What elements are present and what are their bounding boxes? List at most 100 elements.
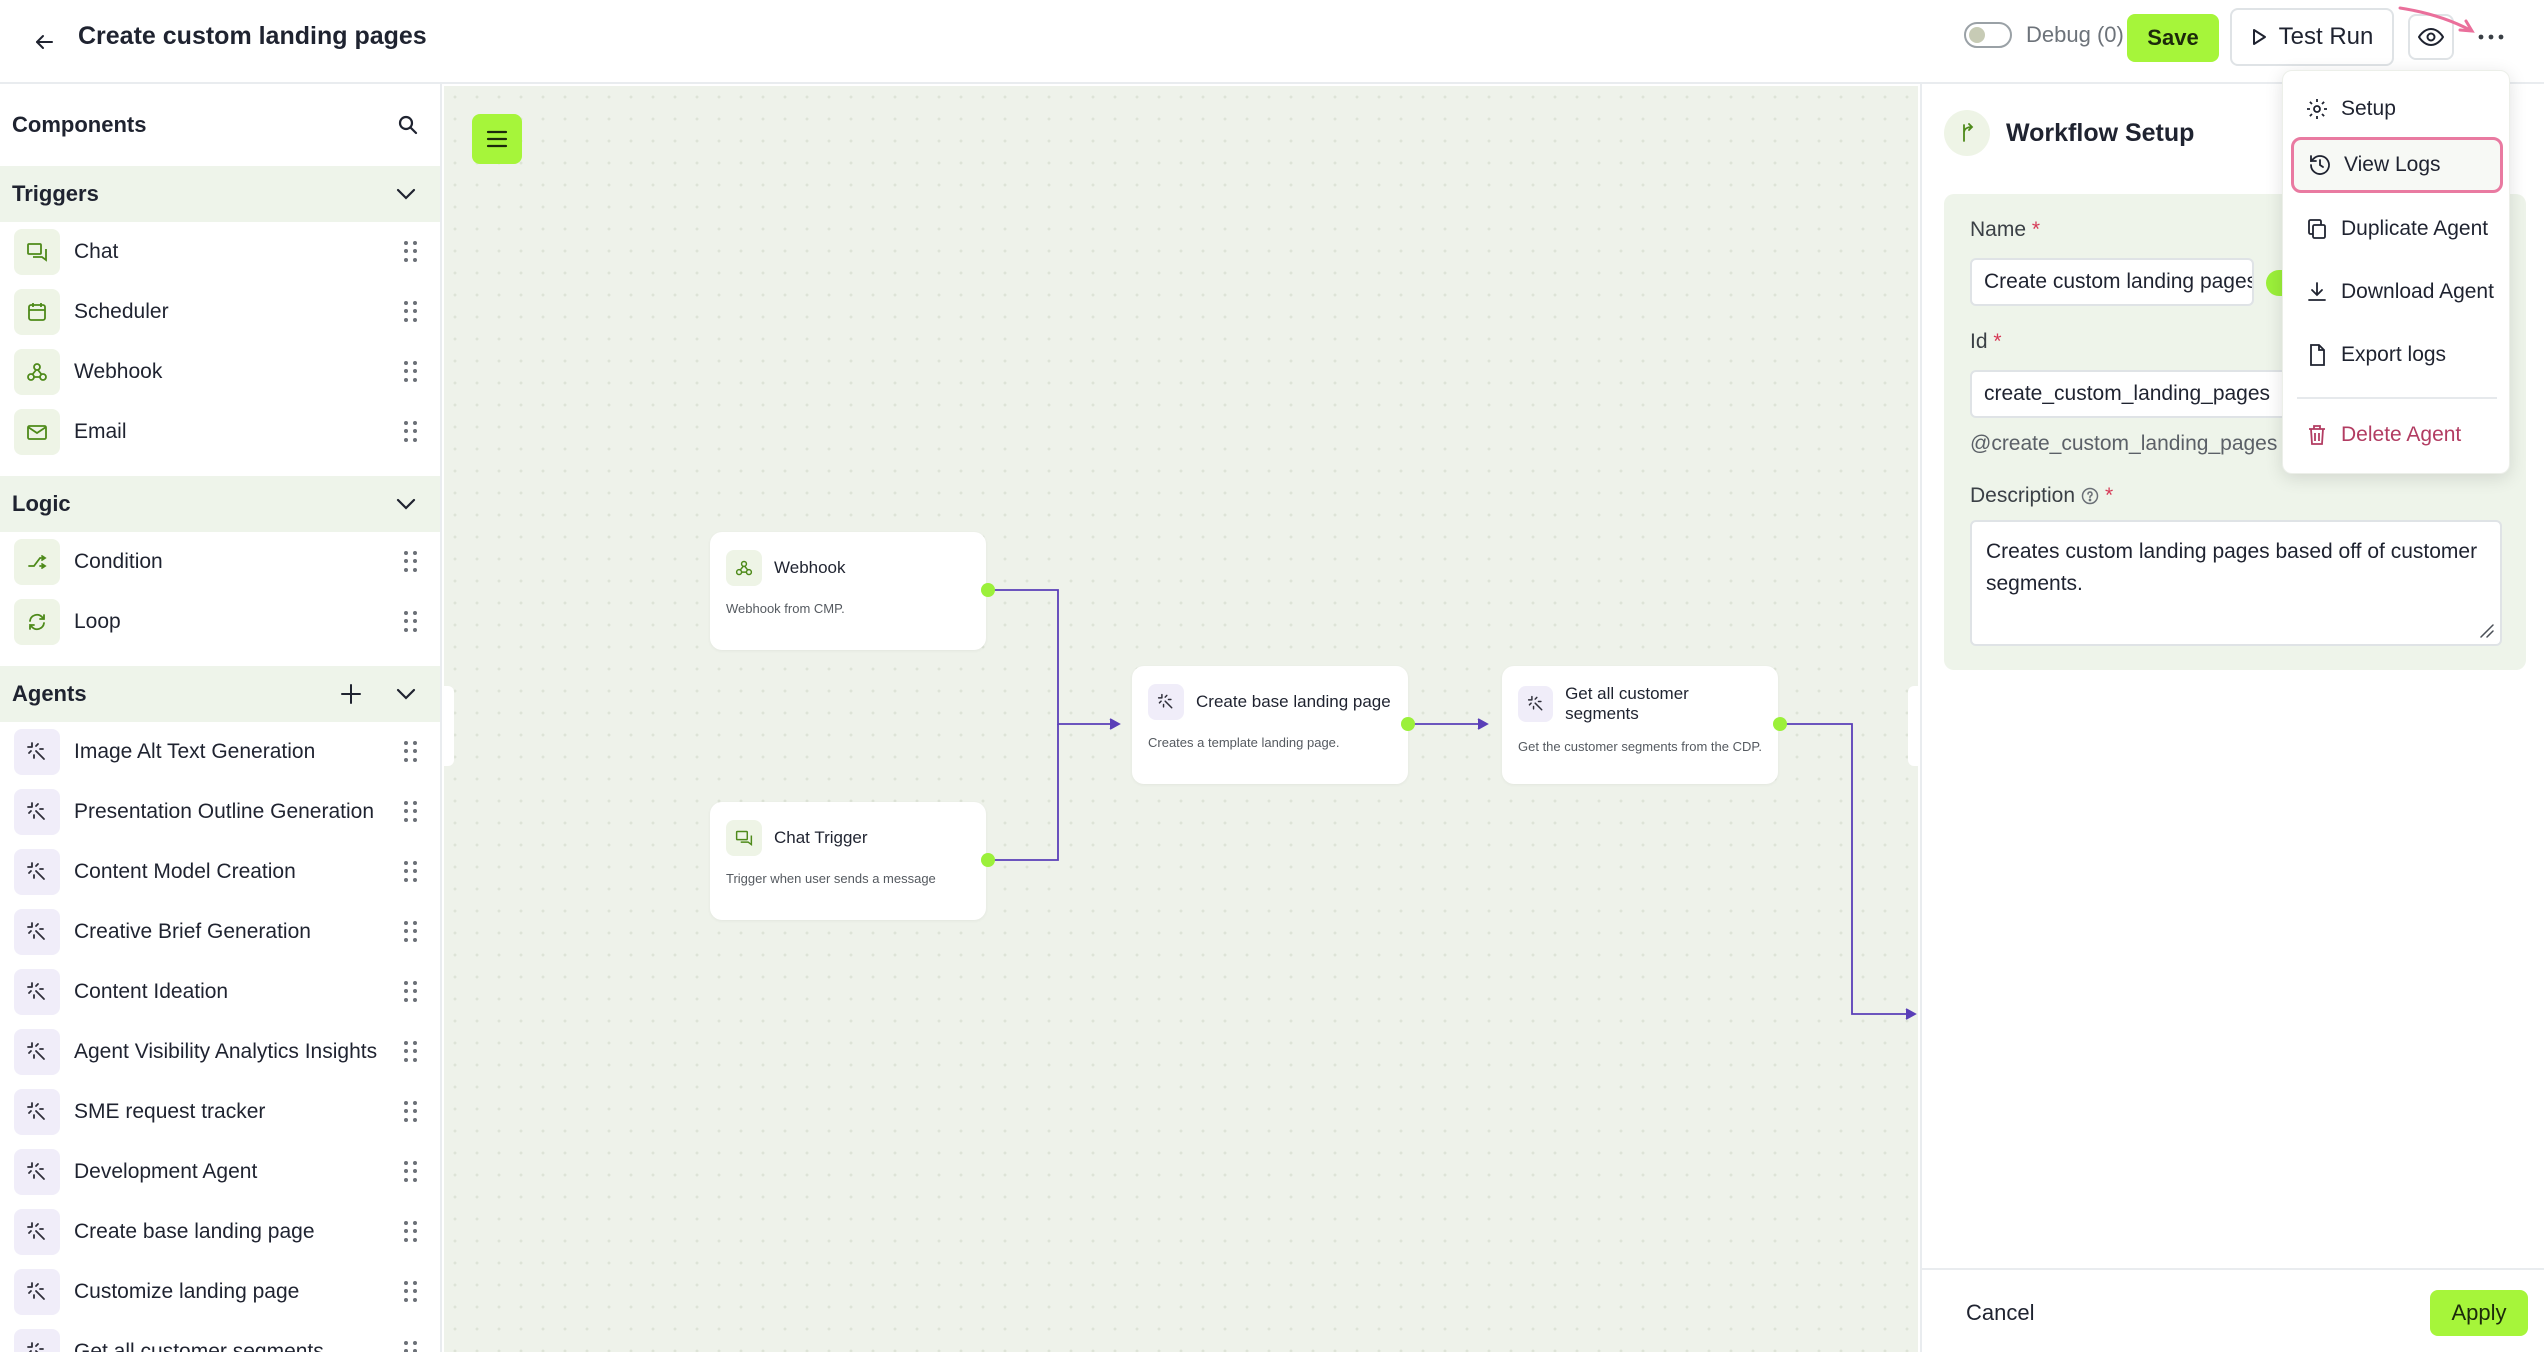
description-textarea[interactable]: Creates custom landing pages based off o… <box>1970 520 2502 646</box>
help-circle-icon[interactable] <box>2081 487 2099 505</box>
output-port[interactable] <box>1773 717 1787 731</box>
agent-sparkle-icon <box>14 849 60 895</box>
chevron-down-icon[interactable] <box>396 688 416 700</box>
drag-handle-icon[interactable] <box>404 361 418 383</box>
drag-handle-icon[interactable] <box>404 741 418 763</box>
agent-sparkle-icon <box>14 1149 60 1195</box>
agent-item[interactable]: Content Ideation <box>0 962 440 1022</box>
arrowhead-3 <box>1905 1008 1917 1020</box>
search-icon[interactable] <box>398 115 418 135</box>
agent-item[interactable]: Customize landing page <box>0 1262 440 1322</box>
component-item-loop[interactable]: Loop <box>0 592 440 652</box>
drag-handle-icon[interactable] <box>404 611 418 633</box>
section-logic[interactable]: Logic <box>0 476 440 532</box>
menu-item-duplicate-agent[interactable]: Duplicate Agent <box>2291 201 2503 257</box>
apply-button[interactable]: Apply <box>2430 1290 2528 1336</box>
agent-item[interactable]: Create base landing page <box>0 1202 440 1262</box>
agent-item[interactable]: Content Model Creation <box>0 842 440 902</box>
agent-item[interactable]: Creative Brief Generation <box>0 902 440 962</box>
menu-item-setup[interactable]: Setup <box>2291 81 2503 137</box>
output-port[interactable] <box>981 853 995 867</box>
loop-icon <box>14 599 60 645</box>
drag-handle-icon[interactable] <box>404 1101 418 1123</box>
id-field[interactable]: create_custom_landing_pages <box>1970 370 2310 418</box>
drag-handle-icon[interactable] <box>404 1221 418 1243</box>
component-item-webhook[interactable]: Webhook <box>0 342 440 402</box>
agent-item[interactable]: Development Agent <box>0 1142 440 1202</box>
node-title: Chat Trigger <box>774 828 868 847</box>
chevron-down-icon[interactable] <box>396 498 416 510</box>
agent-item[interactable]: Presentation Outline Generation <box>0 782 440 842</box>
node-chat-trigger[interactable]: Chat Trigger Trigger when user sends a m… <box>710 802 986 920</box>
item-label: Agent Visibility Analytics Insights <box>74 1040 378 1063</box>
menu-item-download-agent[interactable]: Download Agent <box>2291 264 2503 320</box>
item-label: Image Alt Text Generation <box>74 740 316 763</box>
section-agents[interactable]: Agents <box>0 666 440 722</box>
node-description: Trigger when user sends a message <box>726 871 936 886</box>
component-item-email[interactable]: Email <box>0 402 440 462</box>
resize-handle-icon[interactable] <box>2478 622 2494 638</box>
node-create-base-landing-page[interactable]: Create base landing page Creates a templ… <box>1132 666 1408 784</box>
component-item-condition[interactable]: Condition <box>0 532 440 592</box>
agent-list: Image Alt Text Generation Presentation Ou… <box>0 722 440 1352</box>
drag-handle-icon[interactable] <box>404 551 418 573</box>
arrow-left-icon <box>36 35 53 49</box>
save-button[interactable]: Save <box>2127 14 2219 62</box>
agent-item[interactable]: Get all customer segments <box>0 1322 440 1352</box>
component-item-scheduler[interactable]: Scheduler <box>0 282 440 342</box>
arrowhead-1 <box>1109 718 1121 730</box>
output-port[interactable] <box>981 583 995 597</box>
item-label: Webhook <box>74 360 163 383</box>
output-port[interactable] <box>1401 717 1415 731</box>
agent-item[interactable]: Agent Visibility Analytics Insights <box>0 1022 440 1082</box>
name-field[interactable]: Create custom landing pages <box>1970 258 2254 306</box>
section-triggers[interactable]: Triggers <box>0 166 440 222</box>
drag-handle-icon[interactable] <box>404 1161 418 1183</box>
menu-item-view-logs[interactable]: View Logs <box>2291 137 2503 193</box>
agent-sparkle-icon <box>14 969 60 1015</box>
panel-resize-handle[interactable] <box>1908 686 1918 766</box>
plus-icon[interactable] <box>340 683 362 705</box>
description-text: Creates custom landing pages based off o… <box>1986 540 2478 595</box>
drag-handle-icon[interactable] <box>404 241 418 263</box>
panel-header: Workflow Setup <box>1944 110 2194 156</box>
drag-handle-icon[interactable] <box>404 801 418 823</box>
drag-handle-icon[interactable] <box>404 421 418 443</box>
play-icon <box>2252 29 2266 45</box>
menu-item-export-logs[interactable]: Export logs <box>2291 327 2503 383</box>
node-title: Get all customer segments <box>1565 684 1689 723</box>
agent-item[interactable]: Image Alt Text Generation <box>0 722 440 782</box>
cancel-button[interactable]: Cancel <box>1966 1300 2034 1326</box>
chevron-down-icon[interactable] <box>396 188 416 200</box>
test-run-label: Test Run <box>2278 23 2374 50</box>
arrowhead-2 <box>1477 718 1489 730</box>
node-title: Webhook <box>774 558 846 577</box>
id-hint: @create_custom_landing_pages <box>1970 432 2278 455</box>
test-run-button[interactable]: Test Run <box>2230 8 2394 66</box>
drag-handle-icon[interactable] <box>404 981 418 1003</box>
drag-handle-icon[interactable] <box>404 1281 418 1303</box>
workflow-canvas[interactable]: Webhook Webhook from CMP. Chat Trigger T… <box>444 86 1918 1352</box>
item-label: Presentation Outline Generation <box>74 800 375 823</box>
drag-handle-icon[interactable] <box>404 1341 418 1352</box>
drag-handle-icon[interactable] <box>404 1041 418 1063</box>
node-description: Webhook from CMP. <box>726 601 845 616</box>
drag-handle-icon[interactable] <box>404 921 418 943</box>
node-description: Get the customer segments from the CDP. <box>1518 739 1762 754</box>
node-webhook[interactable]: Webhook Webhook from CMP. <box>710 532 986 650</box>
agent-sparkle-icon <box>1148 684 1184 720</box>
debug-toggle[interactable] <box>1964 22 2012 48</box>
node-description: Creates a template landing page. <box>1148 735 1340 750</box>
menu-item-delete-agent[interactable]: Delete Agent <box>2291 407 2503 463</box>
drag-handle-icon[interactable] <box>404 301 418 323</box>
menu-item-label: View Logs <box>2344 153 2441 176</box>
drag-handle-icon[interactable] <box>404 861 418 883</box>
agent-item[interactable]: SME request tracker <box>0 1082 440 1142</box>
node-get-all-customer-segments[interactable]: Get all customer segments Get the custom… <box>1502 666 1778 784</box>
chat-icon <box>14 229 60 275</box>
sidebar-resize-handle[interactable] <box>444 686 454 766</box>
component-item-chat[interactable]: Chat <box>0 222 440 282</box>
annotation-arrow-icon <box>2398 6 2475 33</box>
name-label: Name * <box>1970 218 2041 241</box>
back-button[interactable] <box>20 18 68 66</box>
